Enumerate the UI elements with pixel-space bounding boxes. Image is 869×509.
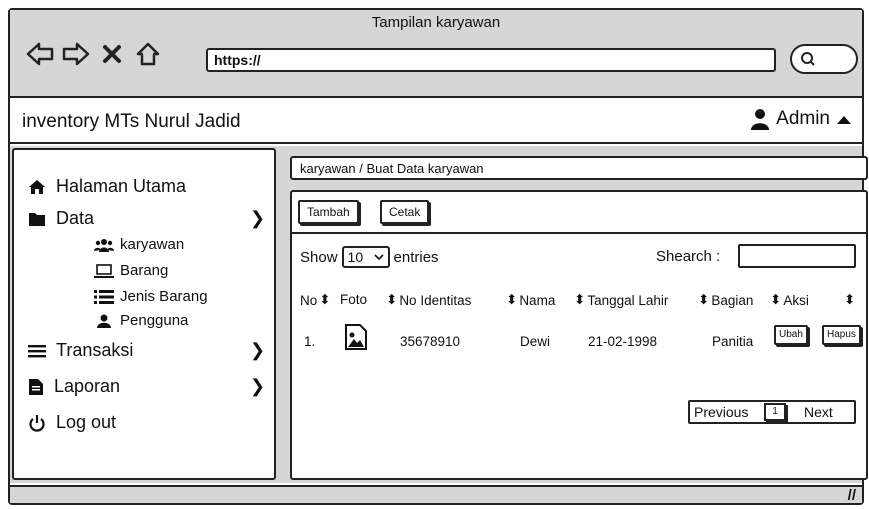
show-label: Show bbox=[300, 248, 338, 266]
power-icon bbox=[29, 414, 45, 432]
browser-window: Tampilan karyawan https:// inventory MTs… bbox=[8, 8, 868, 505]
cell-nama: Dewi bbox=[520, 334, 551, 349]
column-header-bagian[interactable]: ⬍ Bagian bbox=[698, 292, 753, 308]
entries-select[interactable]: 10 bbox=[341, 246, 390, 268]
sidebar-item-label: Log out bbox=[56, 412, 117, 432]
sidebar-item-transaksi[interactable]: Transaksi ❯ bbox=[28, 340, 268, 361]
sidebar-subitem-karyawan[interactable]: karyawan bbox=[94, 236, 184, 253]
caret-up-icon bbox=[837, 116, 851, 124]
sort-icon: ⬍ bbox=[698, 292, 710, 307]
column-label: Aksi bbox=[783, 292, 809, 308]
sidebar-subitem-jenis-barang[interactable]: Jenis Barang bbox=[94, 288, 208, 305]
users-icon bbox=[94, 238, 114, 252]
column-header-foto[interactable]: Foto bbox=[340, 292, 367, 307]
browser-chrome: Tampilan karyawan https:// bbox=[10, 10, 862, 98]
column-label: Nama bbox=[519, 292, 556, 308]
add-button[interactable]: Tambah bbox=[298, 200, 359, 224]
list-icon bbox=[94, 289, 114, 304]
sidebar-item-label: Transaksi bbox=[56, 340, 134, 360]
sidebar-item-halaman-utama[interactable]: Halaman Utama bbox=[28, 176, 186, 197]
column-label: Tanggal Lahir bbox=[587, 292, 669, 308]
previous-button[interactable]: Previous bbox=[694, 404, 748, 420]
sidebar-item-logout[interactable]: Log out bbox=[28, 412, 116, 433]
sort-icon: ⬍ bbox=[770, 292, 782, 307]
sidebar-subitem-label: karyawan bbox=[120, 236, 185, 253]
image-icon bbox=[344, 324, 368, 353]
pagination: Previous 1 Next bbox=[688, 400, 856, 424]
sidebar-item-label: Laporan bbox=[54, 376, 121, 396]
sort-icon: ⬍ bbox=[386, 292, 398, 307]
sidebar-subitem-label: Jenis Barang bbox=[120, 288, 208, 305]
entries-value: 10 bbox=[347, 249, 364, 265]
sidebar-subitem-pengguna[interactable]: Pengguna bbox=[94, 312, 188, 329]
sidebar: Halaman Utama Data ❯ karyawan Barang Jen… bbox=[12, 148, 276, 480]
user-icon bbox=[97, 314, 111, 328]
document-icon bbox=[29, 378, 43, 395]
forward-arrow-icon[interactable] bbox=[62, 40, 90, 68]
address-bar[interactable]: https:// bbox=[206, 48, 776, 72]
home-outline-icon[interactable] bbox=[134, 40, 162, 68]
chevron-down-icon bbox=[373, 254, 384, 261]
column-header-tanggal-lahir[interactable]: ⬍ Tanggal Lahir bbox=[574, 292, 668, 308]
sidebar-item-laporan[interactable]: Laporan ❯ bbox=[28, 376, 268, 397]
column-header-no[interactable]: No ⬍ bbox=[300, 292, 331, 308]
sort-icon[interactable]: ⬍ bbox=[844, 292, 855, 308]
cell-bagian: Panitia bbox=[712, 334, 754, 349]
user-menu[interactable]: Admin bbox=[750, 108, 852, 130]
column-label: Foto bbox=[340, 292, 368, 307]
entries-control: Show 10 entries bbox=[300, 246, 439, 268]
sidebar-subitem-barang[interactable]: Barang bbox=[94, 262, 168, 279]
search-icon bbox=[801, 52, 815, 66]
cell-tanggal-lahir: 21-02-1998 bbox=[588, 334, 658, 349]
cell-no: 1. bbox=[304, 334, 316, 349]
divider bbox=[292, 232, 866, 234]
chevron-right-icon: ❯ bbox=[250, 208, 266, 228]
chevron-right-icon: ❯ bbox=[250, 376, 266, 396]
entries-label: entries bbox=[393, 248, 439, 266]
edit-button[interactable]: Ubah bbox=[774, 325, 808, 345]
column-label: No bbox=[300, 292, 318, 308]
page-button[interactable]: 1 bbox=[764, 403, 786, 421]
nav-controls bbox=[26, 40, 162, 68]
home-icon bbox=[29, 179, 45, 194]
column-header-nama[interactable]: ⬍ Nama bbox=[506, 292, 555, 308]
column-header-aksi[interactable]: ⬍ Aksi bbox=[770, 292, 809, 308]
print-button[interactable]: Cetak bbox=[380, 200, 430, 224]
close-icon[interactable] bbox=[98, 40, 126, 68]
column-header-no-identitas[interactable]: ⬍ No Identitas bbox=[386, 292, 471, 308]
laptop-icon bbox=[94, 263, 114, 278]
status-bar: // bbox=[10, 485, 862, 504]
sort-icon: ⬍ bbox=[506, 292, 518, 307]
sidebar-subitem-label: Barang bbox=[120, 262, 169, 279]
next-button[interactable]: Next bbox=[804, 404, 833, 420]
sort-icon: ⬍ bbox=[574, 292, 586, 307]
search-label: Shearch : bbox=[656, 248, 721, 265]
sidebar-item-label: Data bbox=[56, 208, 95, 228]
resize-handle-icon[interactable]: // bbox=[848, 487, 856, 504]
app-header: inventory MTs Nurul Jadid Admin bbox=[10, 100, 862, 144]
chevron-right-icon: ❯ bbox=[250, 340, 266, 360]
search-input[interactable] bbox=[738, 244, 856, 268]
sidebar-item-data[interactable]: Data ❯ bbox=[28, 208, 268, 229]
breadcrumb: karyawan / Buat Data karyawan bbox=[290, 156, 868, 180]
app-title: inventory MTs Nurul Jadid bbox=[22, 111, 241, 132]
sort-icon: ⬍ bbox=[319, 292, 331, 307]
cell-no-identitas: 35678910 bbox=[400, 334, 461, 349]
window-title: Tampilan karyawan bbox=[371, 14, 501, 31]
column-label: No Identitas bbox=[399, 292, 472, 308]
column-label: Bagian bbox=[711, 292, 754, 308]
user-name: Admin bbox=[776, 108, 830, 129]
user-icon bbox=[751, 109, 770, 130]
data-panel: Tambah Cetak Show 10 entries Shearch : N… bbox=[290, 190, 868, 480]
browser-search-button[interactable] bbox=[790, 44, 858, 74]
menu-lines-icon bbox=[28, 344, 46, 357]
sidebar-subitem-label: Pengguna bbox=[120, 312, 189, 329]
delete-button[interactable]: Hapus bbox=[822, 325, 861, 345]
sidebar-item-label: Halaman Utama bbox=[56, 176, 187, 196]
back-arrow-icon[interactable] bbox=[26, 40, 54, 68]
folder-icon bbox=[29, 212, 45, 226]
